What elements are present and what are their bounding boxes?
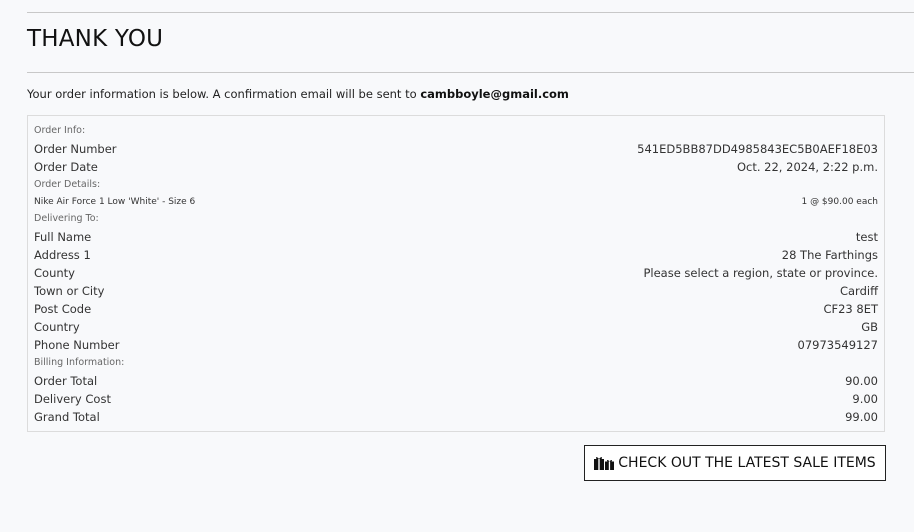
billing-heading: Billing Information:	[34, 357, 125, 368]
delivery-row: Post Code CF23 8ET	[34, 300, 878, 318]
order-date-value: Oct. 22, 2024, 2:22 p.m.	[736, 160, 878, 174]
delivering-to-heading-row: Delivering To:	[34, 210, 878, 228]
town-label: Town or City	[34, 284, 105, 298]
order-item-name: Nike Air Force 1 Low 'White' - Size 6	[34, 197, 196, 207]
delivery-row: Full Name test	[34, 228, 878, 246]
order-item-qty-price: 1 @ $90.00 each	[801, 197, 878, 207]
country-value: GB	[861, 320, 878, 334]
post-code-label: Post Code	[34, 302, 92, 316]
delivery-cost-value: 9.00	[852, 392, 878, 406]
order-info-heading-row: Order Info:	[34, 122, 878, 140]
delivery-row: Town or City Cardiff	[34, 282, 878, 300]
page-title: THANK YOU	[27, 26, 164, 52]
order-date-label: Order Date	[34, 160, 98, 174]
sale-items-button[interactable]: CHECK OUT THE LATEST SALE ITEMS	[584, 445, 886, 481]
phone-label: Phone Number	[34, 338, 120, 352]
intro-message: Your order information is below. A confi…	[27, 87, 569, 101]
delivery-cost-label: Delivery Cost	[34, 392, 111, 406]
title-divider	[27, 72, 914, 73]
confirmation-email: cambboyle@gmail.com	[420, 87, 569, 101]
billing-row: Grand Total 99.00	[34, 408, 878, 426]
full-name-label: Full Name	[34, 230, 92, 244]
delivery-row: Address 1 28 The Farthings	[34, 246, 878, 264]
order-summary-box: Order Info: Order Number 541ED5BB87DD498…	[27, 115, 885, 432]
order-number-row: Order Number 541ED5BB87DD4985843EC5B0AEF…	[34, 140, 878, 158]
delivering-to-heading: Delivering To:	[34, 213, 99, 224]
gifts-icon	[594, 456, 615, 470]
country-label: Country	[34, 320, 80, 334]
order-info-heading: Order Info:	[34, 125, 86, 136]
sale-items-button-label: CHECK OUT THE LATEST SALE ITEMS	[618, 455, 876, 471]
intro-text: Your order information is below. A confi…	[27, 87, 421, 101]
order-total-label: Order Total	[34, 374, 98, 388]
order-details-heading-row: Order Details:	[34, 176, 878, 194]
delivery-row: County Please select a region, state or …	[34, 264, 878, 282]
billing-row: Delivery Cost 9.00	[34, 390, 878, 408]
billing-row: Order Total 90.00	[34, 372, 878, 390]
order-total-value: 90.00	[845, 374, 878, 388]
post-code-value: CF23 8ET	[823, 302, 878, 316]
address-1-label: Address 1	[34, 248, 91, 262]
order-details-heading: Order Details:	[34, 179, 101, 190]
delivery-row: Phone Number 07973549127	[34, 336, 878, 354]
order-item-row: Nike Air Force 1 Low 'White' - Size 6 1 …	[34, 193, 878, 211]
top-divider	[27, 12, 914, 13]
town-value: Cardiff	[839, 284, 878, 298]
order-date-row: Order Date Oct. 22, 2024, 2:22 p.m.	[34, 158, 878, 176]
grand-total-value: 99.00	[845, 410, 878, 424]
full-name-value: test	[855, 230, 878, 244]
grand-total-label: Grand Total	[34, 410, 100, 424]
address-1-value: 28 The Farthings	[781, 248, 878, 262]
county-label: County	[34, 266, 75, 280]
phone-value: 07973549127	[797, 338, 878, 352]
county-value: Please select a region, state or provinc…	[643, 266, 878, 280]
billing-heading-row: Billing Information:	[34, 354, 878, 372]
delivery-row: Country GB	[34, 318, 878, 336]
order-number-label: Order Number	[34, 142, 117, 156]
order-number-value: 541ED5BB87DD4985843EC5B0AEF18E03	[637, 142, 878, 156]
